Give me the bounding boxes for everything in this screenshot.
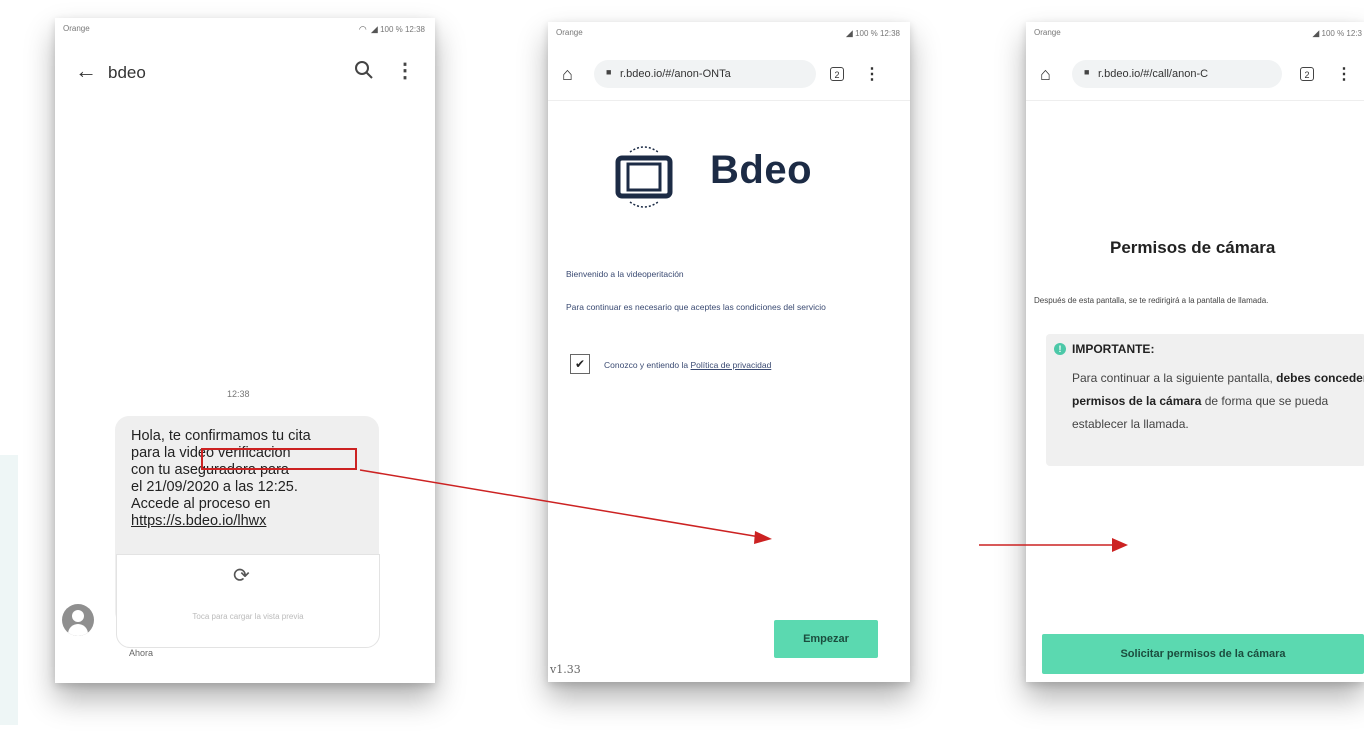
arrow-sms-to-welcome [359, 469, 772, 544]
arrow-welcome-to-permissions [979, 538, 1128, 552]
flow-arrows [359, 469, 1128, 552]
